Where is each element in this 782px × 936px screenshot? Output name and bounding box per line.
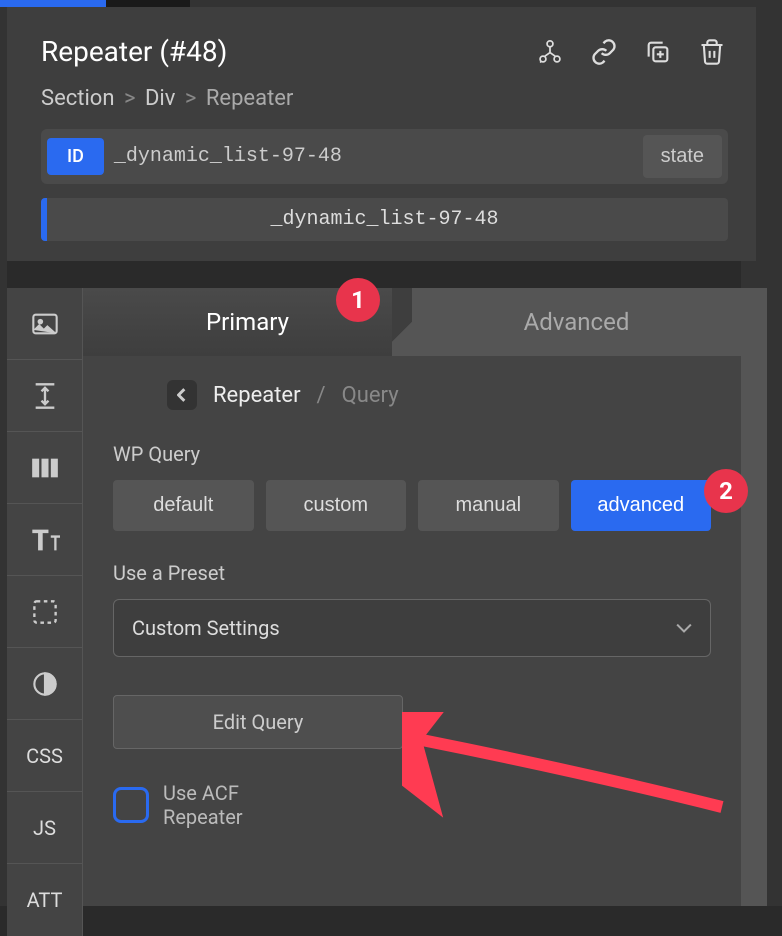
acf-checkbox-row: Use ACF Repeater (113, 781, 711, 829)
sub-breadcrumb-separator: / (317, 383, 326, 408)
sidebar-item-css[interactable]: CSS (7, 720, 83, 792)
left-edge (0, 7, 7, 906)
wp-query-label: WP Query (113, 442, 711, 466)
query-btn-advanced[interactable]: advanced (571, 480, 712, 531)
acf-checkbox-label: Use ACF Repeater (163, 781, 243, 829)
query-btn-manual[interactable]: manual (418, 480, 559, 531)
breadcrumb-item[interactable]: Div (145, 86, 175, 111)
annotation-badge-1: 1 (336, 278, 380, 322)
top-strip-active (0, 0, 106, 7)
sidebar-item-image[interactable] (7, 288, 83, 360)
sidebar-item-spacing[interactable] (7, 360, 83, 432)
id-badge[interactable]: ID (47, 138, 104, 175)
sidebar-item-js[interactable]: JS (7, 792, 83, 864)
tabs: Primary Advanced (83, 288, 741, 356)
preset-select[interactable]: Custom Settings (113, 599, 711, 657)
breadcrumb-item[interactable]: Section (41, 86, 115, 111)
tab-advanced[interactable]: Advanced (412, 288, 741, 356)
sidebar-item-typography[interactable] (7, 504, 83, 576)
class-row-accent (41, 198, 47, 241)
query-btn-custom[interactable]: custom (266, 480, 407, 531)
sidebar-item-columns[interactable] (7, 432, 83, 504)
breadcrumb-separator: > (185, 86, 197, 111)
class-value: _dynamic_list-97-48 (270, 208, 498, 231)
breadcrumb-current: Repeater (206, 86, 294, 111)
breadcrumb-separator: > (124, 86, 136, 111)
id-value[interactable]: _dynamic_list-97-48 (114, 145, 633, 168)
state-button[interactable]: state (643, 135, 722, 178)
class-row[interactable]: _dynamic_list-97-48 (41, 198, 728, 241)
preset-label: Use a Preset (113, 561, 711, 585)
right-edge-light (741, 288, 767, 906)
duplicate-icon[interactable] (642, 36, 674, 68)
annotation-badge-2: 2 (704, 469, 748, 513)
element-title: Repeater (#48) (41, 35, 227, 68)
top-strip (0, 0, 782, 7)
edit-query-button[interactable]: Edit Query (113, 695, 403, 749)
wp-query-options: default custom manual advanced (113, 480, 711, 531)
element-header: Repeater (#48) Section > Div > (7, 7, 756, 261)
id-row: ID _dynamic_list-97-48 state (41, 129, 728, 184)
sidebar-item-effects[interactable] (7, 648, 83, 720)
sub-breadcrumb-current: Query (342, 383, 399, 408)
sidebar-item-border[interactable] (7, 576, 83, 648)
sidebar-item-att[interactable]: ATT (7, 864, 83, 936)
back-button[interactable] (167, 380, 197, 410)
main-panel: Primary Advanced Repeater / Query WP Que… (83, 288, 741, 906)
property-sidebar: CSS JS ATT (7, 288, 83, 936)
breadcrumb: Section > Div > Repeater (41, 86, 728, 111)
sub-breadcrumb-parent[interactable]: Repeater (213, 383, 301, 408)
trash-icon[interactable] (696, 36, 728, 68)
preset-selected-value: Custom Settings (132, 616, 280, 640)
link-icon[interactable] (588, 36, 620, 68)
panel-body: Repeater / Query WP Query default custom… (83, 356, 741, 853)
query-btn-default[interactable]: default (113, 480, 254, 531)
sub-breadcrumb: Repeater / Query (113, 380, 711, 410)
top-strip-dark (106, 0, 190, 7)
acf-checkbox[interactable] (113, 787, 149, 823)
chevron-down-icon (676, 623, 692, 633)
structure-icon[interactable] (534, 36, 566, 68)
